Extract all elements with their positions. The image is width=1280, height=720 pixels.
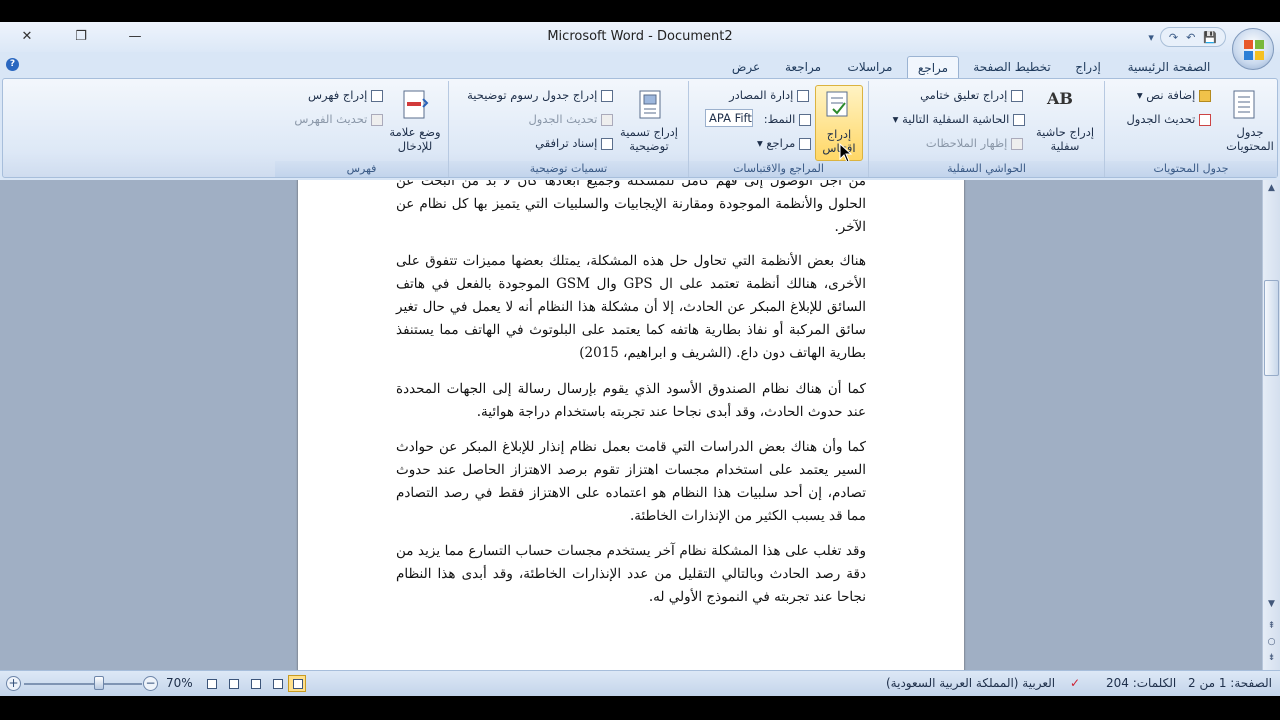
vertical-scrollbar[interactable]: ▲ ▼ ⇞ ○ ⇟ [1262, 180, 1280, 670]
cross-reference-icon [601, 137, 613, 150]
close-button[interactable]: ✕ [14, 26, 40, 48]
undo-icon[interactable]: ↶ [1186, 31, 1195, 44]
show-notes-icon [1011, 137, 1023, 150]
insert-footnote-button[interactable]: إدراج حاشية سفلية [1029, 125, 1101, 153]
group-captions: إدراج تسمية توضيحية إدراج جدول رسوم توضي… [449, 81, 689, 177]
tab-page-layout[interactable]: تخطيط الصفحة [966, 56, 1058, 78]
status-bar: + − 70% العربية (المملكة العربية السعودي… [0, 670, 1280, 696]
insert-index-icon [371, 89, 383, 102]
style-label: النمط: [755, 111, 811, 127]
update-toc-button[interactable]: تحديث الجدول [1111, 111, 1211, 127]
insert-table-of-figures-button[interactable]: إدراج جدول رسوم توضيحية [453, 87, 613, 103]
endnote-icon [1011, 89, 1023, 102]
insert-caption-icon [639, 90, 661, 119]
group-table-of-contents: جدول المحتويات إضافة نص ▾ تحديث الجدول ج… [1105, 81, 1277, 177]
paragraph-2: هناك بعض الأنظمة التي تحاول حل هذه المشك… [396, 253, 866, 361]
language-indicator[interactable]: العربية (المملكة العربية السعودية) [886, 676, 1055, 690]
tab-mailings[interactable]: مراسلات [838, 56, 902, 78]
insert-index-button[interactable]: إدراج فهرس [293, 87, 383, 103]
document-area: من أجل الوصول إلى فهم كامل للمشكلة وجميع… [0, 180, 1262, 670]
group-footnotes: AB إدراج حاشية سفلية إدراج تعليق ختامي ا… [869, 81, 1105, 177]
table-of-figures-icon [601, 89, 613, 102]
paragraph-3: كما أن هناك نظام الصندوق الأسود الذي يقو… [396, 381, 866, 420]
restore-button[interactable]: ❐ [68, 26, 94, 48]
add-text-button[interactable]: إضافة نص ▾ [1111, 87, 1211, 103]
group-label-captions: تسميات توضيحية [449, 161, 688, 177]
scroll-thumb[interactable] [1264, 280, 1279, 376]
tab-insert[interactable]: إدراج [1066, 56, 1110, 78]
page-number[interactable]: الصفحة: 1 من 2 [1188, 676, 1272, 690]
scroll-down-arrow-icon[interactable]: ▼ [1264, 596, 1279, 612]
add-text-icon [1199, 89, 1211, 102]
paragraph-1: من أجل الوصول إلى فهم كامل للمشكلة وجميع… [396, 180, 866, 235]
word-window: Microsoft Word - Document2 ✕ ❐ — ▾ ↷ ↶ 💾… [0, 22, 1280, 696]
minimize-button[interactable]: — [122, 26, 148, 48]
redo-icon[interactable]: ↷ [1169, 31, 1178, 44]
zoom-slider-knob[interactable] [94, 676, 104, 690]
toc-button[interactable]: جدول المحتويات [1225, 125, 1275, 153]
update-icon [1199, 113, 1211, 126]
next-footnote-button[interactable]: الحاشية السفلية التالية ▾ [875, 111, 1025, 127]
screen-frame: Microsoft Word - Document2 ✕ ❐ — ▾ ↷ ↶ 💾… [0, 0, 1280, 720]
web-layout-icon[interactable] [246, 675, 264, 692]
insert-citation-icon [826, 91, 848, 117]
draft-view-icon[interactable] [202, 675, 220, 692]
select-browse-object-icon[interactable]: ○ [1264, 634, 1279, 650]
full-screen-reading-icon[interactable] [268, 675, 286, 692]
insert-caption-button[interactable]: إدراج تسمية توضيحية [613, 125, 685, 153]
mark-entry-icon [403, 90, 429, 119]
table-of-contents-icon [1233, 90, 1255, 119]
group-index: وضع علامة للإدخال إدراج فهرس تحديث الفهر… [275, 81, 449, 177]
group-citations: إدراج اقتباس إدارة المصادر النمط: APA Fi… [689, 81, 869, 177]
group-label-toc: جدول المحتويات [1105, 161, 1277, 177]
tab-references[interactable]: مراجع [907, 56, 959, 78]
cross-reference-button[interactable]: إسناد ترافقي [523, 135, 613, 151]
insert-footnote-icon: AB [1047, 89, 1073, 108]
group-label-citations: المراجع والاقتباسات [689, 161, 868, 177]
next-footnote-icon [1013, 113, 1025, 126]
paragraph-4: كما وأن هناك بعض الدراسات التي قامت بعمل… [396, 439, 866, 524]
word-count[interactable]: الكلمات: 204 [1106, 676, 1176, 690]
paragraph-5: وقد تغلب على هذا المشكلة نظام آخر يستخدم… [396, 543, 866, 605]
next-page-icon[interactable]: ⇟ [1264, 650, 1279, 666]
proofing-icon[interactable]: ✓ [1070, 676, 1080, 690]
quick-access-toolbar: ▾ ↷ ↶ 💾 [1148, 26, 1226, 48]
bibliography-icon [799, 137, 811, 150]
help-icon[interactable]: ? [6, 58, 19, 71]
update-index-button[interactable]: تحديث الفهرس [283, 111, 383, 127]
outline-view-icon[interactable] [224, 675, 242, 692]
tab-review[interactable]: مراجعة [776, 56, 830, 78]
update-index-icon [371, 113, 383, 126]
zoom-out-icon[interactable]: − [143, 676, 158, 691]
qat-buttons: ↷ ↶ 💾 [1159, 27, 1226, 47]
manage-sources-button[interactable]: إدارة المصادر [709, 87, 809, 103]
zoom-level[interactable]: 70% [166, 676, 193, 690]
window-title: Microsoft Word - Document2 [547, 29, 733, 44]
zoom-in-icon[interactable]: + [6, 676, 21, 691]
print-layout-icon[interactable] [288, 675, 306, 692]
show-notes-button[interactable]: إظهار الملاحظات [923, 135, 1023, 151]
bibliography-button[interactable]: مراجع ▾ [751, 135, 811, 151]
qat-customize-icon[interactable]: ▾ [1148, 31, 1154, 44]
save-icon[interactable]: 💾 [1203, 31, 1217, 44]
scroll-up-arrow-icon[interactable]: ▲ [1264, 180, 1279, 196]
zoom-slider-track[interactable] [24, 683, 142, 685]
group-label-footnotes: الحواشي السفلية [869, 161, 1104, 177]
ribbon: جدول المحتويات إضافة نص ▾ تحديث الجدول ج… [2, 78, 1278, 178]
style-icon [799, 113, 811, 126]
previous-page-icon[interactable]: ⇞ [1264, 618, 1279, 634]
update-figures-icon [601, 113, 613, 126]
tab-home[interactable]: الصفحة الرئيسية [1116, 56, 1222, 78]
title-bar: Microsoft Word - Document2 ✕ ❐ — ▾ ↷ ↶ 💾 [0, 22, 1280, 52]
group-label-index: فهرس [275, 161, 448, 177]
update-figures-table-button[interactable]: تحديث الجدول [515, 111, 613, 127]
mouse-cursor-icon [839, 143, 853, 163]
tab-view[interactable]: عرض [726, 56, 766, 78]
ribbon-tabs: ? الصفحة الرئيسية إدراج تخطيط الصفحة مرا… [0, 52, 1280, 78]
document-page[interactable]: من أجل الوصول إلى فهم كامل للمشكلة وجميع… [298, 180, 964, 670]
style-dropdown[interactable]: APA Fift [705, 109, 753, 127]
insert-endnote-button[interactable]: إدراج تعليق ختامي [903, 87, 1023, 103]
manage-sources-icon [797, 89, 809, 102]
mark-entry-button[interactable]: وضع علامة للإدخال [385, 125, 445, 153]
